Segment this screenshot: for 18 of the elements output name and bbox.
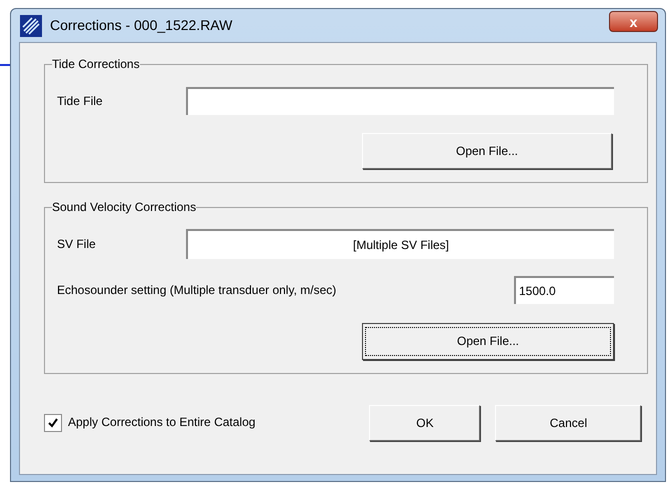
- field-label: Tide File: [57, 93, 104, 110]
- field-label: Echosounder setting (Multiple transduer only, m/sec): [57, 282, 338, 299]
- check-mark-icon: [47, 417, 59, 429]
- sv-file-field[interactable]: [Multiple SV Files]: [186, 229, 614, 259]
- open-file-button[interactable]: Open File...: [362, 323, 614, 360]
- group-title: Sound Velocity Corrections: [52, 200, 196, 214]
- group-title: Tide Corrections: [52, 57, 140, 71]
- tide-file-field[interactable]: [186, 87, 614, 115]
- open-file-button[interactable]: Open File...: [362, 133, 612, 169]
- cancel-button[interactable]: Cancel: [495, 405, 642, 441]
- field-label: SV File: [57, 236, 97, 253]
- echosounder-setting-field[interactable]: 1500.0: [514, 276, 614, 304]
- close-button[interactable]: x: [609, 11, 658, 32]
- ok-button[interactable]: OK: [369, 405, 480, 441]
- window-title: Corrections - 000_1522.RAW: [50, 16, 232, 35]
- app-icon: [20, 14, 42, 36]
- checkbox-label: Apply Corrections to Entire Catalog: [68, 414, 256, 431]
- checkbox[interactable]: [44, 414, 62, 432]
